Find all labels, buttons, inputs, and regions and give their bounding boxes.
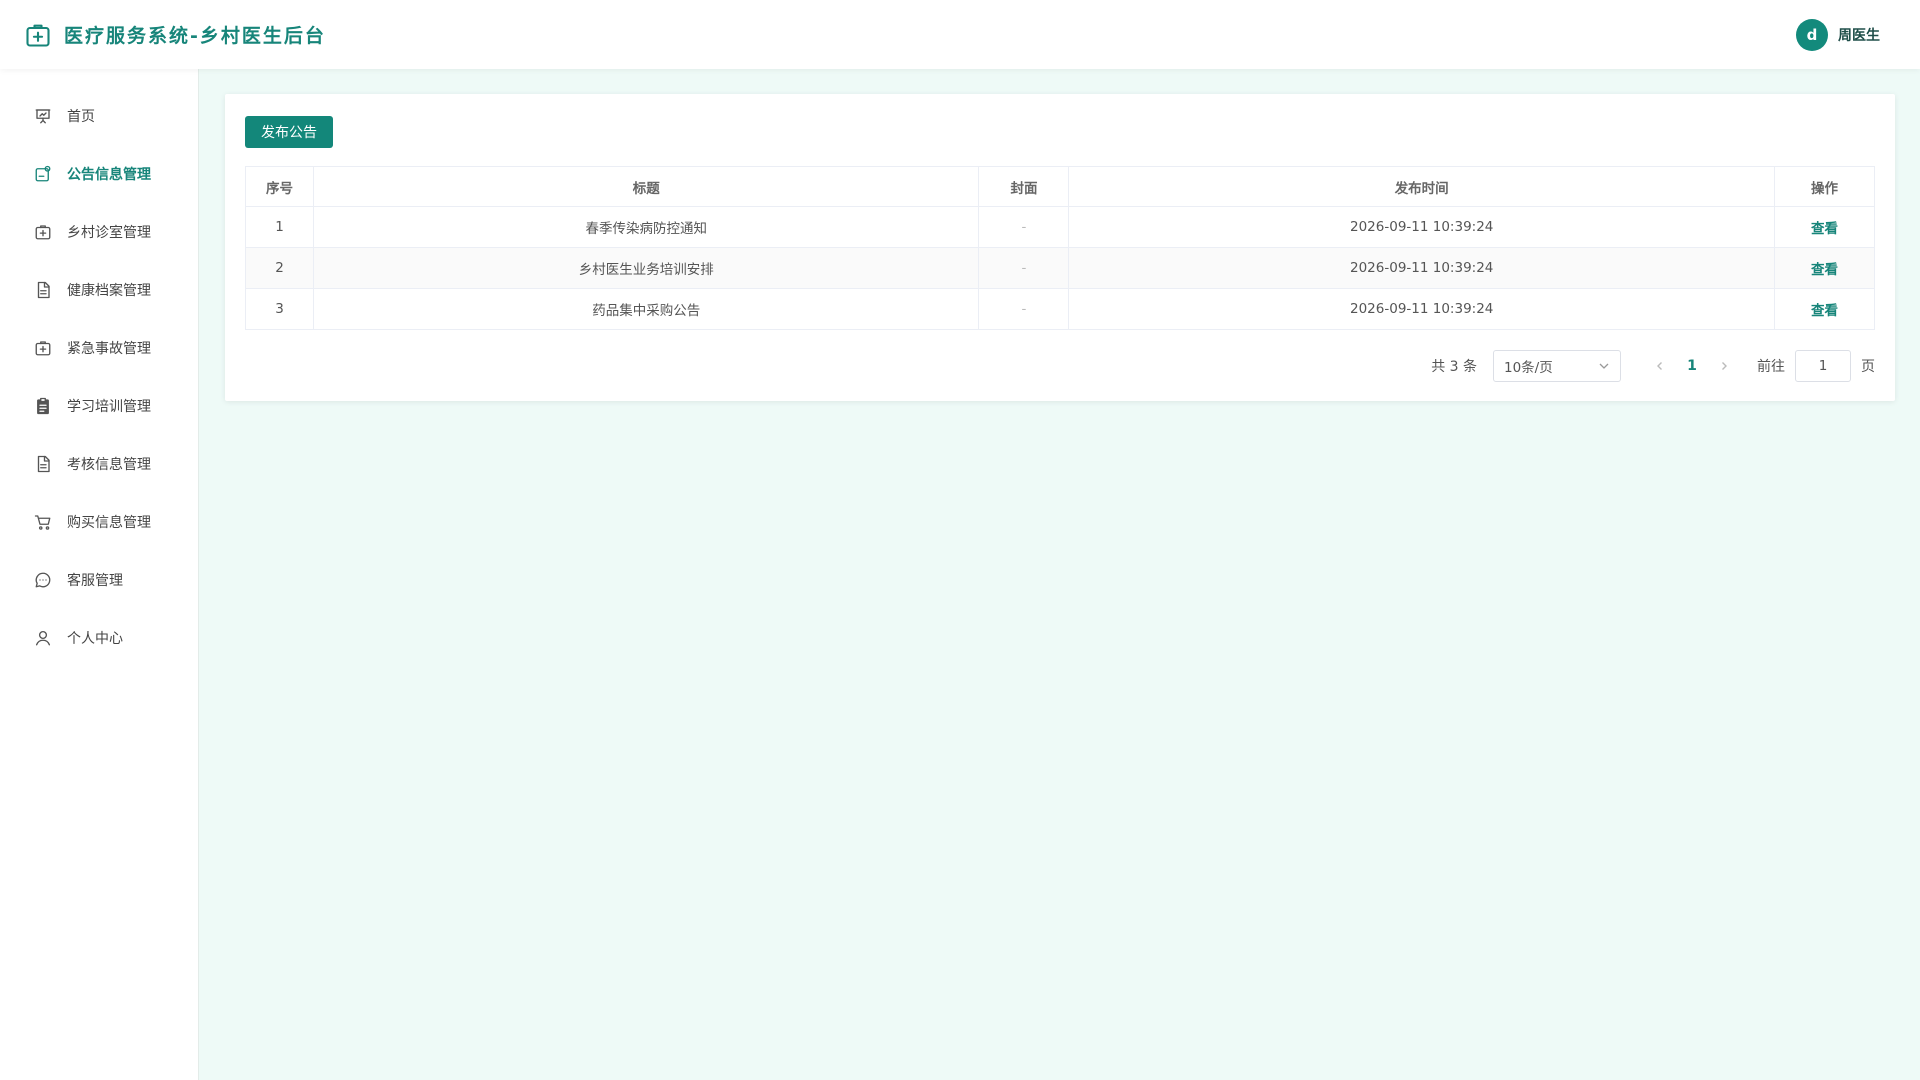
chevron-down-icon <box>1598 360 1610 372</box>
total-count: 共 3 条 <box>1431 359 1477 375</box>
sidebar-item-label: 首页 <box>67 109 95 125</box>
sidebar-item-label: 公告信息管理 <box>67 167 151 183</box>
sidebar-item-label: 个人中心 <box>67 631 123 647</box>
sidebar-item-label: 考核信息管理 <box>67 457 151 473</box>
sidebar-item-home[interactable]: 首页 <box>0 87 198 145</box>
column-header-action: 操作 <box>1773 166 1876 207</box>
cell-time: 2026-09-11 10:39:24 <box>1068 288 1775 330</box>
medical-kit-icon <box>34 223 52 241</box>
clipboard-icon <box>34 397 52 415</box>
user-name[interactable]: 周医生 <box>1838 25 1880 45</box>
cell-cover: - <box>978 288 1070 330</box>
sidebar-item-training[interactable]: 学习培训管理 <box>0 377 198 435</box>
sidebar-item-purchase[interactable]: 购买信息管理 <box>0 493 198 551</box>
table-header-row: 序号 标题 封面 发布时间 操作 <box>244 166 1876 207</box>
presentation-chart-icon <box>34 107 52 125</box>
sidebar-item-emergency[interactable]: 紧急事故管理 <box>0 319 198 377</box>
notice-icon <box>34 165 52 183</box>
sidebar-item-label: 健康档案管理 <box>67 283 151 299</box>
publish-notice-button[interactable]: 发布公告 <box>245 116 333 148</box>
prev-page-button[interactable] <box>1645 351 1675 381</box>
medical-kit-icon <box>34 339 52 357</box>
sidebar-item-health-record[interactable]: 健康档案管理 <box>0 261 198 319</box>
cell-action: 查看 <box>1773 206 1876 248</box>
cell-cover: - <box>978 206 1070 248</box>
chat-bubble-icon <box>34 571 52 589</box>
column-header-index: 序号 <box>244 166 315 207</box>
cell-cover: - <box>978 247 1070 289</box>
document-icon <box>34 455 52 473</box>
user-menu[interactable]: d 周医生 <box>1796 18 1880 51</box>
cell-time: 2026-09-11 10:39:24 <box>1068 247 1775 289</box>
sidebar-item-label: 紧急事故管理 <box>67 341 151 357</box>
column-header-title: 标题 <box>313 166 980 207</box>
view-link[interactable]: 查看 <box>1811 221 1838 237</box>
cell-index: 2 <box>244 247 315 289</box>
table-row: 1 春季传染病防控通知 - 2026-09-11 10:39:24 查看 <box>244 206 1876 248</box>
page-size-select[interactable]: 10条/页 <box>1493 350 1621 382</box>
sidebar-item-customer-service[interactable]: 客服管理 <box>0 551 198 609</box>
table-row: 3 药品集中采购公告 - 2026-09-11 10:39:24 查看 <box>244 288 1876 330</box>
page-unit-label: 页 <box>1861 359 1875 375</box>
cell-title: 乡村医生业务培训安排 <box>313 247 980 289</box>
page-number-current[interactable]: 1 <box>1675 358 1709 374</box>
page-size-value: 10条/页 <box>1504 360 1553 376</box>
notice-list-card: 发布公告 序号 标题 封面 发布时间 操作 1 春季传染病防控通知 - 2026… <box>225 94 1895 401</box>
sidebar: 首页 公告信息管理 乡村诊室管理 健康档案管理 紧急事故管理 学习培训管理 考核… <box>0 69 199 1080</box>
notice-table: 序号 标题 封面 发布时间 操作 1 春季传染病防控通知 - 2026-09-1… <box>244 166 1876 330</box>
cart-icon <box>34 513 52 531</box>
column-header-cover: 封面 <box>978 166 1070 207</box>
sidebar-item-clinic[interactable]: 乡村诊室管理 <box>0 203 198 261</box>
app-title: 医疗服务系统-乡村医生后台 <box>64 25 326 47</box>
cell-time: 2026-09-11 10:39:24 <box>1068 206 1775 248</box>
view-link[interactable]: 查看 <box>1811 303 1838 319</box>
view-link[interactable]: 查看 <box>1811 262 1838 278</box>
sidebar-item-label: 客服管理 <box>67 573 123 589</box>
cell-action: 查看 <box>1773 288 1876 330</box>
brand: 医疗服务系统-乡村医生后台 <box>24 21 326 49</box>
sidebar-item-label: 乡村诊室管理 <box>67 225 151 241</box>
cell-index: 3 <box>244 288 315 330</box>
cell-title: 春季传染病防控通知 <box>313 206 980 248</box>
table-row: 2 乡村医生业务培训安排 - 2026-09-11 10:39:24 查看 <box>244 247 1876 289</box>
avatar[interactable]: d <box>1796 18 1828 51</box>
sidebar-item-label: 学习培训管理 <box>67 399 151 415</box>
goto-page-input[interactable] <box>1795 350 1851 382</box>
sidebar-item-label: 购买信息管理 <box>67 515 151 531</box>
cell-title: 药品集中采购公告 <box>313 288 980 330</box>
next-page-button[interactable] <box>1709 351 1739 381</box>
sidebar-item-profile[interactable]: 个人中心 <box>0 609 198 667</box>
goto-label: 前往 <box>1757 359 1785 375</box>
medical-kit-icon <box>24 21 52 49</box>
column-header-time: 发布时间 <box>1068 166 1775 207</box>
cell-action: 查看 <box>1773 247 1876 289</box>
top-header: 医疗服务系统-乡村医生后台 d 周医生 <box>0 0 1920 69</box>
cell-index: 1 <box>244 206 315 248</box>
user-icon <box>34 629 52 647</box>
document-icon <box>34 281 52 299</box>
sidebar-item-assessment[interactable]: 考核信息管理 <box>0 435 198 493</box>
sidebar-item-notice[interactable]: 公告信息管理 <box>0 145 198 203</box>
pagination: 共 3 条 10条/页 1 前往 页 <box>1431 350 1875 382</box>
